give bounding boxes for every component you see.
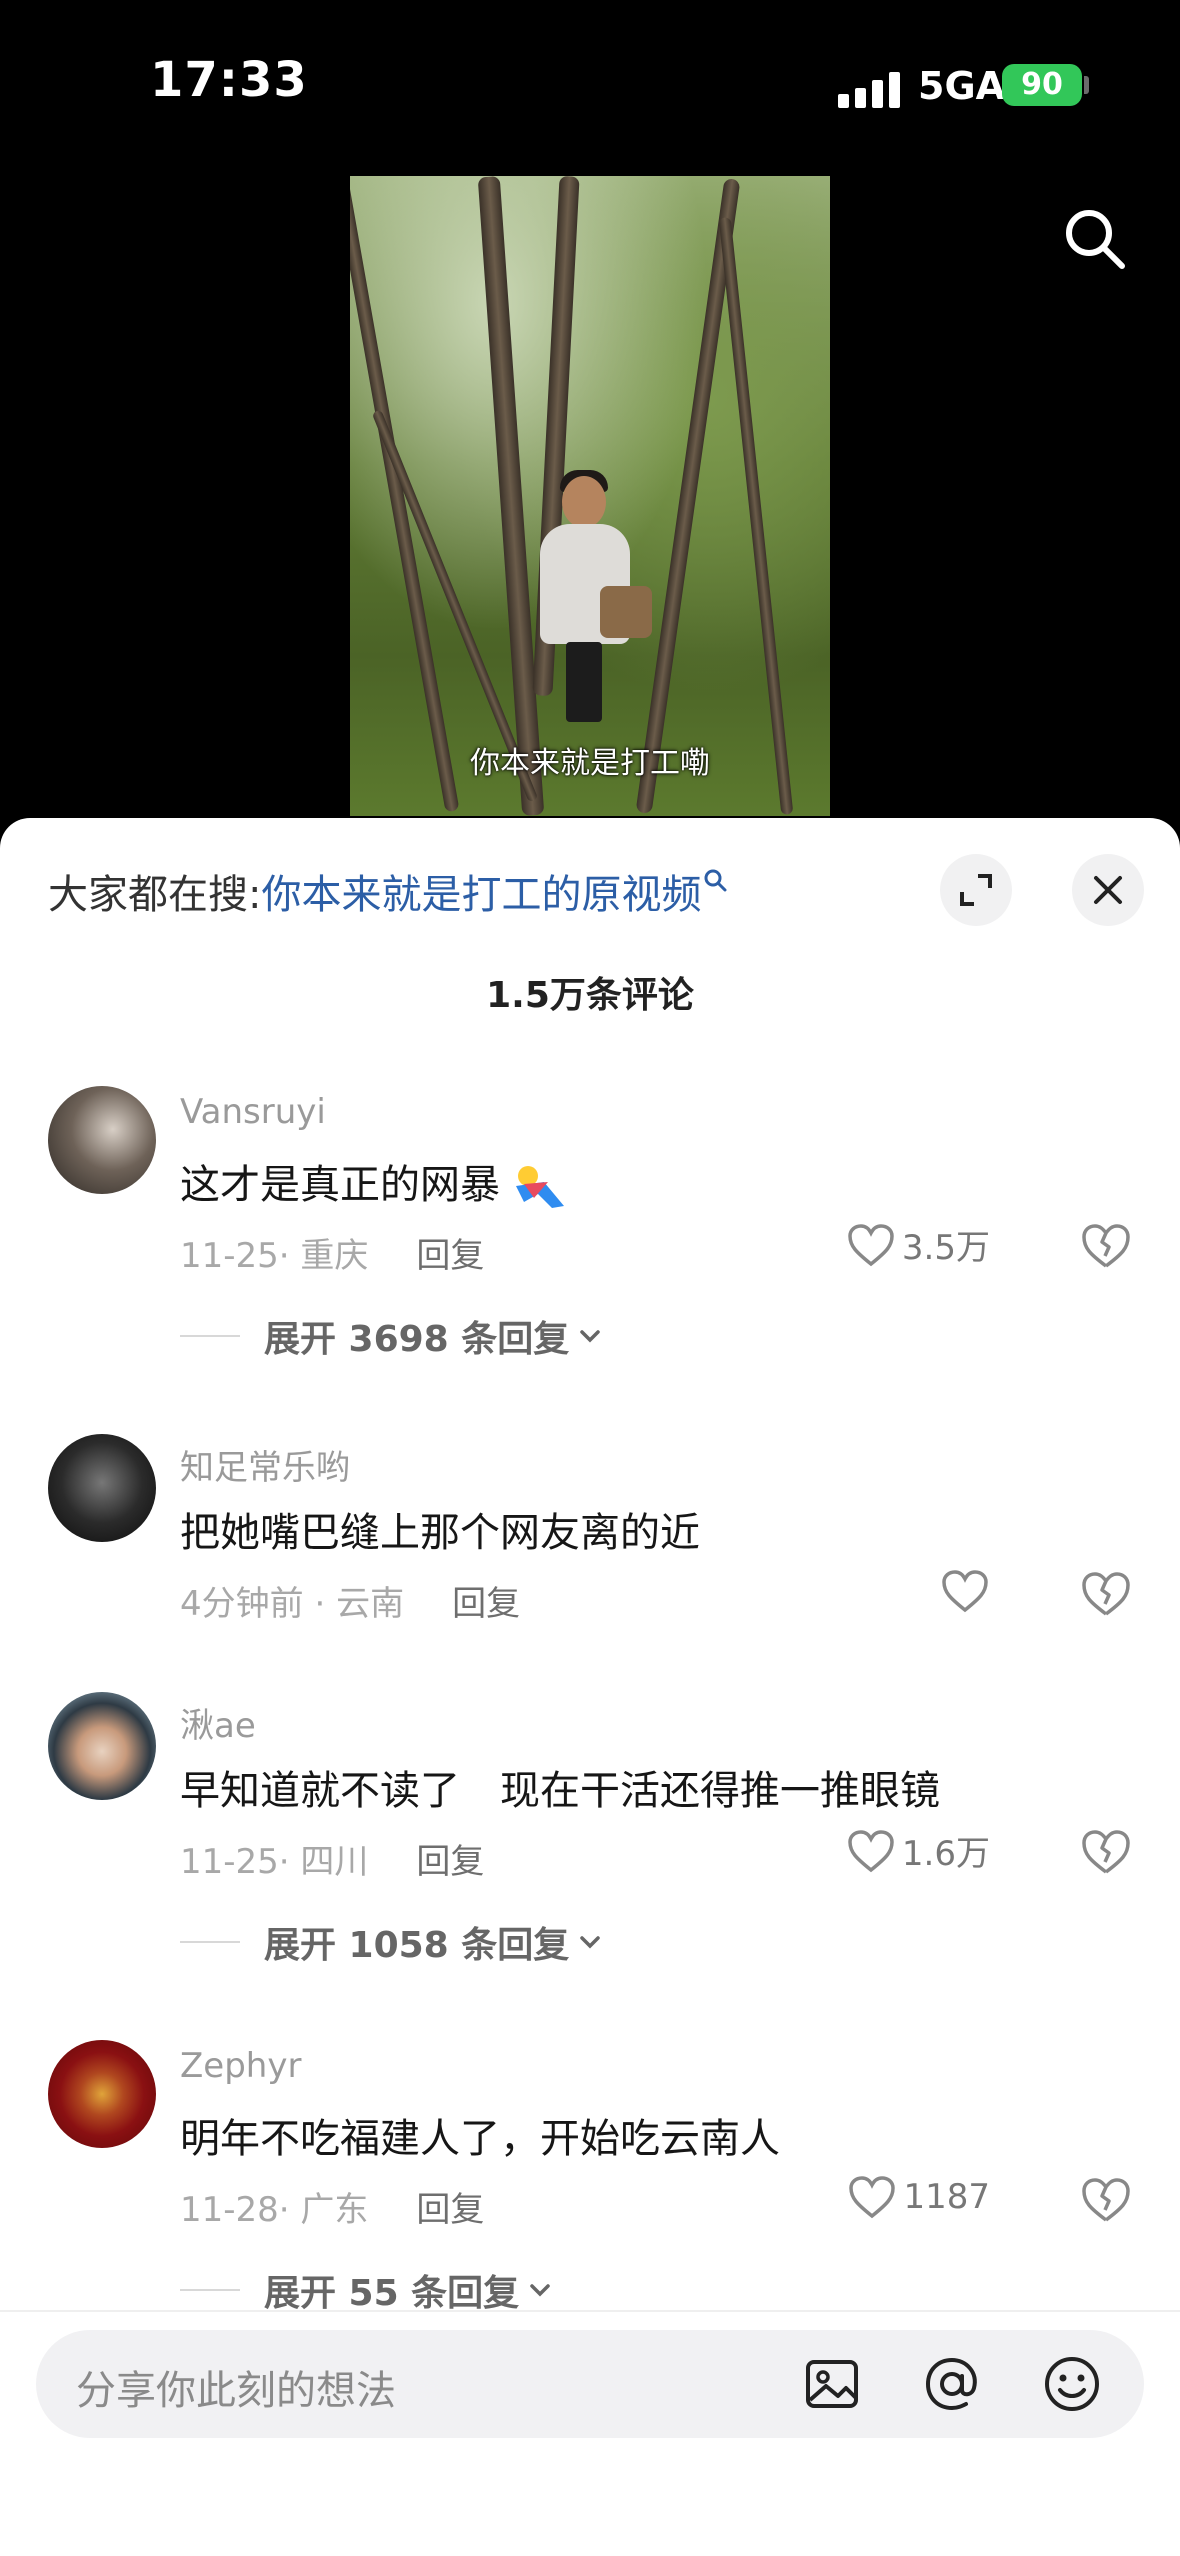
reply-button[interactable]: 回复	[416, 1236, 484, 1276]
search-small-icon	[704, 869, 727, 892]
broken-heart-icon[interactable]	[1078, 2172, 1134, 2228]
close-icon	[1094, 876, 1122, 904]
comment-item: 知足常乐哟 把她嘴巴缝上那个网友离的近 4分钟前 · 云南 回复	[0, 1434, 1180, 1634]
comment-location: 重庆	[300, 1236, 369, 1276]
expand-replies-label: 展开 55 条回复	[264, 2273, 520, 2314]
comment-item: Zephyr 明年不吃福建人了，开始吃云南人 11-28· 广东 回复 1187 …	[0, 2040, 1180, 2320]
comment-meta: 11-28· 广东 回复	[180, 2190, 485, 2230]
expand-replies-button[interactable]: 展开 3698 条回复	[180, 1310, 605, 1362]
comment-meta: 11-25· 四川 回复	[180, 1842, 485, 1882]
search-icon[interactable]	[1060, 204, 1130, 274]
comment-item: Vansruyi 这才是真正的网暴 11-25· 重庆 回复 3.5万 展开 36…	[0, 1086, 1180, 1366]
expand-replies-button[interactable]: 展开 1058 条回复	[180, 1916, 605, 1968]
like-button[interactable]	[940, 1568, 990, 1614]
status-bar: 17:33 5GA 90	[0, 0, 1180, 170]
battery-cap	[1084, 76, 1089, 94]
expand-replies-label: 展开 1058 条回复	[264, 1925, 570, 1966]
comment-text: 把她嘴巴缝上那个网友离的近	[180, 1510, 700, 1556]
expand-icon	[960, 874, 992, 906]
comments-sheet: 大家都在搜:你本来就是打工的原视频 1.5万条评论 Vansruyi 这才是真正…	[0, 818, 1180, 2556]
avatar[interactable]	[48, 1434, 156, 1542]
comment-input-bar: 分享你此刻的想法	[0, 2310, 1180, 2556]
sticker-icon	[516, 1166, 564, 1208]
close-button[interactable]	[1072, 854, 1144, 926]
person-bag	[600, 586, 652, 638]
comment-username[interactable]: 知足常乐哟	[180, 1440, 350, 1489]
comment-location: 广东	[300, 2190, 369, 2230]
divider-line	[180, 1941, 240, 1943]
comment-text: 明年不吃福建人了，开始吃云南人	[180, 2116, 780, 2162]
avatar[interactable]	[48, 1086, 156, 1194]
comment-count-title: 1.5万条评论	[486, 975, 694, 1016]
comment-text: 这才是真正的网暴	[180, 1152, 570, 1212]
comment-location: 云南	[336, 1584, 405, 1624]
chevron-down-icon	[530, 2284, 550, 2297]
comment-date: 11-25	[180, 1236, 279, 1276]
comment-item: 湫ae 早知道就不读了 现在干活还得推一推眼镜 11-25· 四川 回复 1.6万…	[0, 1692, 1180, 1972]
like-button[interactable]: 1.6万	[846, 1826, 990, 1875]
comment-date: 11-28	[180, 2190, 279, 2230]
comment-username[interactable]: Zephyr	[180, 2046, 301, 2086]
broken-heart-icon[interactable]	[1078, 1566, 1134, 1622]
comment-meta: 11-25· 重庆 回复	[180, 1236, 485, 1276]
comment-username[interactable]: 湫ae	[180, 1698, 256, 1747]
trending-prefix: 大家都在搜:	[48, 872, 262, 918]
status-time: 17:33	[150, 52, 308, 108]
avatar[interactable]	[48, 2040, 156, 2148]
person-legs	[566, 642, 602, 722]
trending-search[interactable]: 大家都在搜:你本来就是打工的原视频	[48, 862, 729, 920]
like-count: 1.6万	[901, 1834, 990, 1874]
heart-icon	[849, 2176, 896, 2219]
avatar[interactable]	[48, 1692, 156, 1800]
expand-replies-label: 展开 3698 条回复	[264, 1319, 570, 1360]
chevron-down-icon	[580, 1936, 601, 1949]
person-head	[562, 476, 606, 528]
broken-heart-icon[interactable]	[1078, 1824, 1134, 1880]
like-count: 1187	[903, 2177, 990, 2217]
reply-button[interactable]: 回复	[452, 1584, 520, 1624]
divider-line	[180, 2289, 240, 2291]
comment-location: 四川	[300, 1842, 369, 1882]
emoji-icon[interactable]	[1040, 2352, 1104, 2416]
fullscreen-button[interactable]	[940, 854, 1012, 926]
comment-text-content: 这才是真正的网暴	[180, 1162, 500, 1208]
video-caption: 你本来就是打工嘞	[470, 746, 710, 781]
comment-input[interactable]: 分享你此刻的想法	[36, 2330, 1144, 2438]
comment-date: 11-25	[180, 1842, 279, 1882]
at-icon[interactable]	[920, 2352, 984, 2416]
comment-date: 4分钟前	[180, 1584, 304, 1624]
comment-input-placeholder: 分享你此刻的想法	[76, 2368, 396, 2414]
reply-button[interactable]: 回复	[416, 2190, 484, 2230]
comment-meta: 4分钟前 · 云南 回复	[180, 1584, 521, 1624]
chevron-down-icon	[580, 1330, 601, 1343]
heart-icon	[942, 1570, 988, 1613]
battery-indicator: 90	[1002, 64, 1082, 106]
divider-line	[180, 1335, 240, 1337]
network-type: 5GA	[918, 64, 1006, 108]
heart-icon	[848, 1223, 894, 1266]
heart-icon	[848, 1829, 894, 1872]
image-icon[interactable]	[800, 2352, 864, 2416]
trending-query[interactable]: 你本来就是打工的原视频	[261, 872, 701, 918]
comment-text: 早知道就不读了 现在干活还得推一推眼镜	[180, 1768, 940, 1814]
signal-icon	[838, 70, 902, 108]
broken-heart-icon[interactable]	[1078, 1218, 1134, 1274]
reply-button[interactable]: 回复	[416, 1842, 484, 1882]
expand-replies-button[interactable]: 展开 55 条回复	[180, 2264, 555, 2316]
comment-username[interactable]: Vansruyi	[180, 1092, 326, 1132]
video-player[interactable]: 你本来就是打工嘞	[350, 176, 830, 816]
like-count: 3.5万	[901, 1228, 990, 1268]
like-button[interactable]: 1187	[847, 2174, 990, 2220]
like-button[interactable]: 3.5万	[846, 1220, 990, 1269]
